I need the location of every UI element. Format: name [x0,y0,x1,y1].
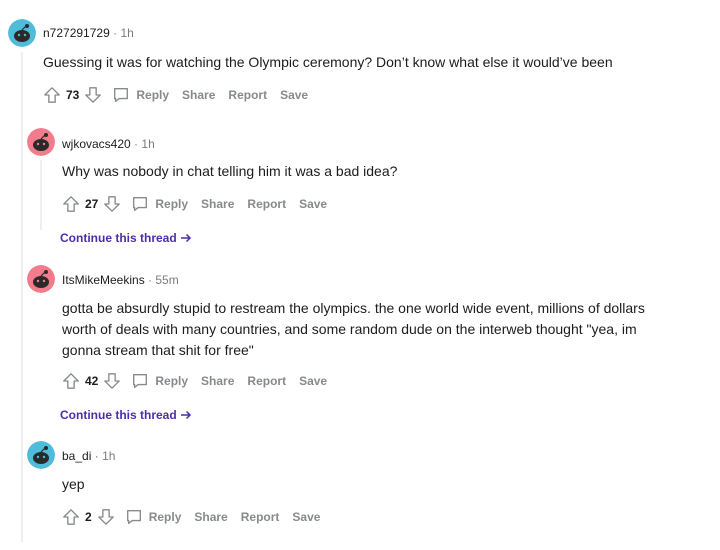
share-button[interactable]: Share [201,374,234,388]
comment-bubble-icon [133,197,148,211]
comment-meta: ItsMikeMeekins · 55m [62,273,179,287]
meta-separator: · [148,273,153,287]
upvote-button[interactable] [62,372,80,390]
upvote-arrow-icon [44,87,60,103]
comment-body: Guessing it was for watching the Olympic… [43,54,613,70]
username[interactable]: n727291729 [43,26,110,40]
thread-line-reply[interactable] [40,160,42,230]
meta-separator: · [113,26,118,40]
comment-body-line: gonna stream that shit for free" [62,342,254,358]
comment-actions: 73 Reply Share Report Save [43,85,308,105]
report-button[interactable]: Report [228,88,267,102]
save-button[interactable]: Save [299,197,327,211]
upvote-button[interactable] [43,86,61,104]
username[interactable]: ba_di [62,449,91,463]
vote-count: 73 [66,88,80,102]
avatar[interactable] [8,19,36,47]
share-button[interactable]: Share [182,88,215,102]
avatar[interactable] [27,128,55,156]
continue-thread-link[interactable]: Continue this thread [60,408,192,422]
upvote-button[interactable] [62,195,80,213]
timestamp[interactable]: 1h [141,137,154,151]
comment-meta: wjkovacs420 · 1h [62,137,155,151]
vote-count: 42 [85,374,99,388]
comment-bubble-icon [126,510,141,524]
timestamp[interactable]: 1h [120,26,133,40]
save-button[interactable]: Save [280,88,308,102]
downvote-arrow-icon [104,373,121,389]
avatar[interactable] [27,441,55,469]
reply-button[interactable]: Reply [131,195,188,213]
snoo-avatar-icon [27,128,55,156]
thread-line-root[interactable] [21,52,23,542]
report-button[interactable]: Report [241,510,280,524]
downvote-arrow-icon [104,196,121,212]
downvote-button[interactable] [103,372,121,390]
meta-separator: · [94,449,99,463]
comment-bubble-icon [114,88,129,102]
downvote-button[interactable] [103,195,121,213]
share-button[interactable]: Share [194,510,227,524]
vote-count: 27 [85,197,99,211]
timestamp[interactable]: 55m [155,273,178,287]
timestamp[interactable]: 1h [102,449,115,463]
reply-label: Reply [136,88,170,102]
comment-actions: 42 Reply Share Report Save [62,371,327,391]
report-button[interactable]: Report [247,374,286,388]
downvote-arrow-icon [97,509,114,525]
avatar[interactable] [27,265,55,293]
vote-count: 2 [85,510,92,524]
reply-button[interactable]: Reply [131,372,188,390]
continue-thread-label: Continue this thread [60,231,177,245]
upvote-arrow-icon [63,196,79,212]
upvote-arrow-icon [63,509,79,525]
comment-actions: 27 Reply Share Report Save [62,194,327,214]
arrow-right-icon [180,233,191,243]
comment-actions: 2 Reply Share Report Save [62,507,320,527]
reply-button[interactable]: Reply [125,508,182,526]
comment-body: yep [62,476,85,492]
arrow-right-icon [180,410,191,420]
upvote-arrow-icon [63,373,79,389]
reply-button[interactable]: Reply [112,86,169,104]
username[interactable]: ItsMikeMeekins [62,273,145,287]
comment-body-line: gotta be absurdly stupid to restream the… [62,300,645,316]
upvote-button[interactable] [62,508,80,526]
save-button[interactable]: Save [299,374,327,388]
save-button[interactable]: Save [292,510,320,524]
report-button[interactable]: Report [247,197,286,211]
comment-body: Why was nobody in chat telling him it wa… [62,163,398,179]
comment-body-line: worth of deals with many countries, and … [62,321,637,337]
downvote-button[interactable] [97,508,115,526]
meta-separator: · [134,137,139,151]
continue-thread-label: Continue this thread [60,408,177,422]
reply-label: Reply [155,197,189,211]
share-button[interactable]: Share [201,197,234,211]
username[interactable]: wjkovacs420 [62,137,131,151]
reply-label: Reply [155,374,189,388]
comment-meta: ba_di · 1h [62,449,115,463]
reply-label: Reply [148,510,182,524]
snoo-avatar-icon [8,19,36,47]
snoo-avatar-icon [27,265,55,293]
downvote-arrow-icon [85,87,102,103]
comment-bubble-icon [133,374,148,388]
comment-meta: n727291729 · 1h [43,26,134,40]
downvote-button[interactable] [84,86,102,104]
continue-thread-link[interactable]: Continue this thread [60,231,192,245]
snoo-avatar-icon [27,441,55,469]
comment-body: gotta be absurdly stupid to restream the… [62,298,717,361]
